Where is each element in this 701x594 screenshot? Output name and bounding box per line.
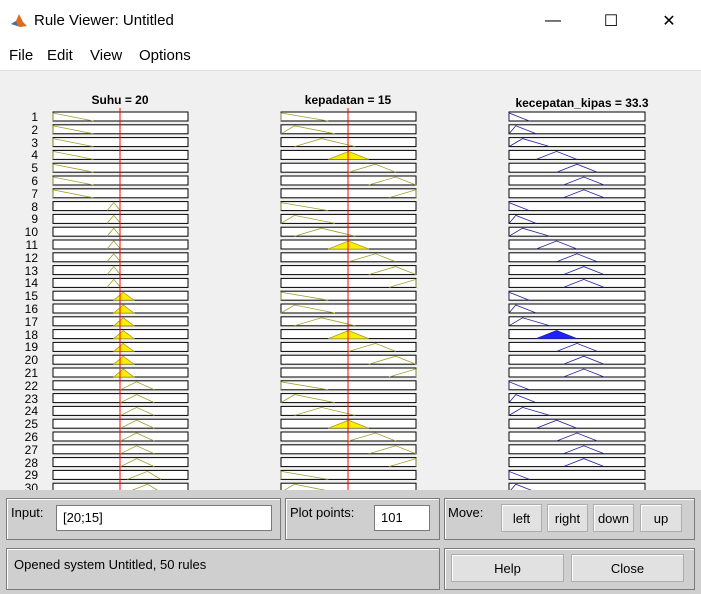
close-icon: ✕ bbox=[662, 13, 676, 30]
rule-cell[interactable] bbox=[508, 111, 646, 122]
rule-cell[interactable] bbox=[508, 201, 646, 212]
menu-bar: File Edit View Options bbox=[0, 42, 701, 71]
rule-cell[interactable] bbox=[508, 380, 646, 391]
matlab-icon bbox=[11, 14, 27, 27]
rule-plots bbox=[52, 108, 646, 490]
rule-cell[interactable] bbox=[508, 213, 646, 224]
help-button[interactable]: Help bbox=[451, 554, 564, 582]
window-title: Rule Viewer: Untitled bbox=[34, 12, 174, 29]
menu-view[interactable]: View bbox=[90, 47, 122, 64]
maximize-button[interactable]: ☐ bbox=[588, 0, 634, 42]
rule-cell[interactable] bbox=[508, 418, 646, 429]
rule-cell[interactable] bbox=[508, 188, 646, 199]
input-panel: Input: [20;15] bbox=[6, 498, 281, 540]
rule-cell[interactable] bbox=[508, 354, 646, 365]
rule-cell[interactable] bbox=[508, 265, 646, 276]
rule-cell[interactable] bbox=[508, 367, 646, 378]
status-panel: Opened system Untitled, 50 rules bbox=[6, 548, 440, 590]
input-label: Input: bbox=[11, 505, 44, 520]
maximize-icon: ☐ bbox=[603, 13, 619, 30]
plot-points-panel: Plot points: 101 bbox=[285, 498, 440, 540]
close-button[interactable]: Close bbox=[571, 554, 684, 582]
rule-cell[interactable] bbox=[508, 316, 646, 327]
rule-cell[interactable] bbox=[508, 226, 646, 237]
control-area: Input: [20;15] Plot points: 101 Move: le… bbox=[0, 490, 701, 594]
rule-cell[interactable] bbox=[508, 405, 646, 416]
rule-cell[interactable] bbox=[508, 444, 646, 455]
move-left-button[interactable]: left bbox=[501, 504, 542, 532]
rule-cell[interactable] bbox=[508, 175, 646, 186]
rule-cell[interactable] bbox=[508, 469, 646, 480]
rule-cell[interactable] bbox=[508, 277, 646, 288]
rule-cell[interactable] bbox=[508, 149, 646, 160]
menu-options[interactable]: Options bbox=[139, 47, 191, 64]
rule-cell[interactable] bbox=[508, 252, 646, 263]
close-window-button[interactable]: ✕ bbox=[646, 0, 692, 42]
minimize-button[interactable]: — bbox=[530, 0, 576, 42]
rule-cell[interactable] bbox=[508, 329, 646, 340]
move-up-button[interactable]: up bbox=[640, 504, 682, 532]
title-bar: Rule Viewer: Untitled — ☐ ✕ bbox=[0, 0, 701, 42]
plot-points-field[interactable]: 101 bbox=[374, 505, 430, 531]
move-label: Move: bbox=[448, 505, 484, 520]
move-right-button[interactable]: right bbox=[547, 504, 588, 532]
menu-edit[interactable]: Edit bbox=[47, 47, 73, 64]
help-close-panel: Help Close bbox=[444, 548, 695, 590]
rule-cell[interactable] bbox=[508, 482, 646, 490]
rule-cell[interactable] bbox=[508, 124, 646, 135]
rule-cell[interactable] bbox=[508, 162, 646, 173]
input-field[interactable]: [20;15] bbox=[56, 505, 272, 531]
rule-plot-area[interactable]: Suhu = 20 kepadatan = 15 kecepatan_kipas… bbox=[0, 71, 701, 490]
rule-cell[interactable] bbox=[508, 303, 646, 314]
rule-cell[interactable] bbox=[508, 393, 646, 404]
menu-file[interactable]: File bbox=[9, 47, 33, 64]
status-text: Opened system Untitled, 50 rules bbox=[14, 557, 207, 572]
rule-cell[interactable] bbox=[508, 290, 646, 301]
rule-cell[interactable] bbox=[508, 239, 646, 250]
plot-points-label: Plot points: bbox=[290, 505, 355, 520]
rule-cell[interactable] bbox=[508, 457, 646, 468]
rule-cell[interactable] bbox=[508, 341, 646, 352]
minimize-icon: — bbox=[545, 12, 561, 29]
move-down-button[interactable]: down bbox=[593, 504, 634, 532]
move-panel: Move: left right down up bbox=[444, 498, 695, 540]
rule-cell[interactable] bbox=[508, 137, 646, 148]
rule-cell[interactable] bbox=[508, 431, 646, 442]
